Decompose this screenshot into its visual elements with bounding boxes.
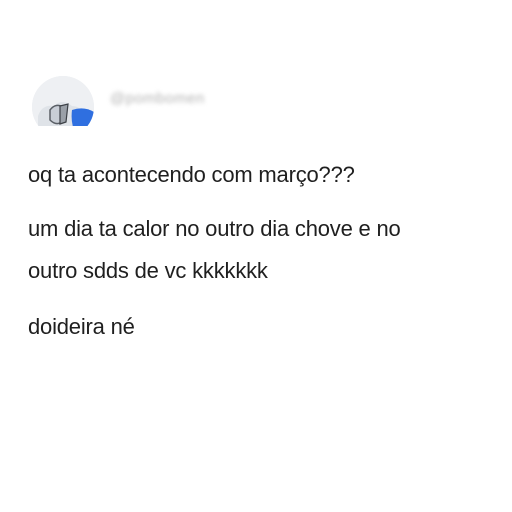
tweet-text-line: um dia ta calor no outro dia chove e no (28, 216, 401, 241)
username[interactable]: @pombomen (110, 90, 205, 107)
tweet-header: @pombomen (32, 76, 492, 126)
tweet-text-line: doideira né (28, 314, 135, 339)
avatar-image (32, 76, 94, 126)
tweet-text-line: oq ta acontecendo com março??? (28, 162, 355, 187)
tweet-text-line: outro sdds de vc kkkkkkk (28, 258, 268, 283)
avatar[interactable] (32, 76, 94, 126)
tweet-card: @pombomen oq ta acontecendo com março???… (0, 0, 512, 512)
